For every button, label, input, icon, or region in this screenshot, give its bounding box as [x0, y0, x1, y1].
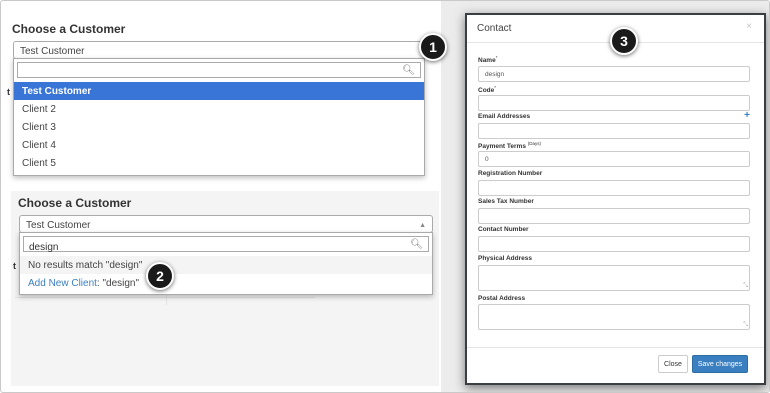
list-item[interactable]: Client 5: [14, 154, 424, 172]
registration-number-field[interactable]: [478, 180, 750, 196]
sales-tax-label: Sales Tax Number: [478, 198, 534, 205]
list-item[interactable]: Client 2: [14, 100, 424, 118]
name-field[interactable]: design: [478, 66, 750, 82]
resize-handle-icon[interactable]: ⤡: [743, 322, 748, 329]
code-field[interactable]: [478, 95, 750, 111]
no-results-message: No results match "design": [20, 256, 432, 274]
physical-address-field[interactable]: ⤡: [478, 265, 750, 291]
close-icon[interactable]: ×: [746, 21, 752, 32]
postal-address-field[interactable]: ⤡: [478, 304, 750, 330]
payment-terms-label: Payment Terms (Days): [478, 141, 541, 151]
background-text-fragment: t: [13, 261, 16, 271]
screenshot-frame: Choose a Customer t Test Customer 🔍︎ Tes…: [0, 0, 770, 393]
contact-modal: Contact × Name* design Code* Email Addre…: [465, 13, 766, 385]
email-label: Email Addresses: [478, 113, 531, 120]
search-icon: 🔍︎: [410, 239, 423, 250]
payment-terms-field[interactable]: 0: [478, 151, 750, 167]
modal-footer: Close Save changes: [467, 347, 764, 383]
modal-title: Contact: [477, 23, 512, 34]
list-item[interactable]: Test Customer: [14, 82, 424, 100]
sales-tax-field[interactable]: [478, 208, 750, 224]
background-text-fragment: t: [7, 87, 10, 97]
code-label: Code*: [478, 85, 497, 95]
add-new-client-suffix: : "design": [96, 278, 140, 289]
list-item[interactable]: Client 3: [14, 118, 424, 136]
customer-search-1[interactable]: 🔍︎: [17, 62, 421, 81]
customer-dropdown-1: 🔍︎ Test Customer Client 2 Client 3 Clien…: [13, 58, 425, 176]
callout-badge-3: 3: [610, 27, 638, 55]
chevron-up-icon: ▲: [419, 222, 426, 229]
callout-badge-1: 1: [419, 33, 447, 61]
customer-search-2-input[interactable]: [24, 240, 428, 255]
callout-badge-2: 2: [146, 262, 174, 290]
postal-address-label: Postal Address: [478, 295, 526, 302]
name-label: Name*: [478, 55, 498, 65]
resize-handle-icon[interactable]: ⤡: [743, 283, 748, 290]
add-new-client-option[interactable]: Add New Client: "design": [20, 274, 432, 292]
customer-select-2-value: Test Customer: [26, 220, 91, 231]
search-icon: 🔍︎: [402, 65, 415, 76]
add-email-icon[interactable]: +: [744, 110, 750, 121]
background-divider: [15, 297, 315, 298]
physical-address-label: Physical Address: [478, 255, 532, 262]
save-changes-button[interactable]: Save changes: [692, 355, 748, 373]
list-item[interactable]: Client 4: [14, 136, 424, 154]
panel1-title: Choose a Customer: [12, 22, 126, 36]
customer-select-1-value: Test Customer: [20, 46, 85, 57]
email-field[interactable]: [478, 123, 750, 139]
panel2-title: Choose a Customer: [18, 196, 132, 210]
customer-dropdown-2: 🔍︎ No results match "design" Add New Cli…: [19, 232, 433, 295]
contact-number-field[interactable]: [478, 236, 750, 252]
customer-select-1[interactable]: Test Customer: [13, 41, 425, 59]
registration-number-label: Registration Number: [478, 170, 543, 177]
customer-select-2[interactable]: Test Customer ▲: [19, 215, 433, 233]
customer-search-1-input[interactable]: [18, 66, 420, 81]
customer-search-2[interactable]: 🔍︎: [23, 236, 429, 255]
close-button[interactable]: Close: [658, 355, 688, 373]
contact-number-label: Contact Number: [478, 226, 529, 233]
add-new-client-link[interactable]: Add New Client: [28, 278, 97, 289]
background-divider: [166, 295, 167, 305]
